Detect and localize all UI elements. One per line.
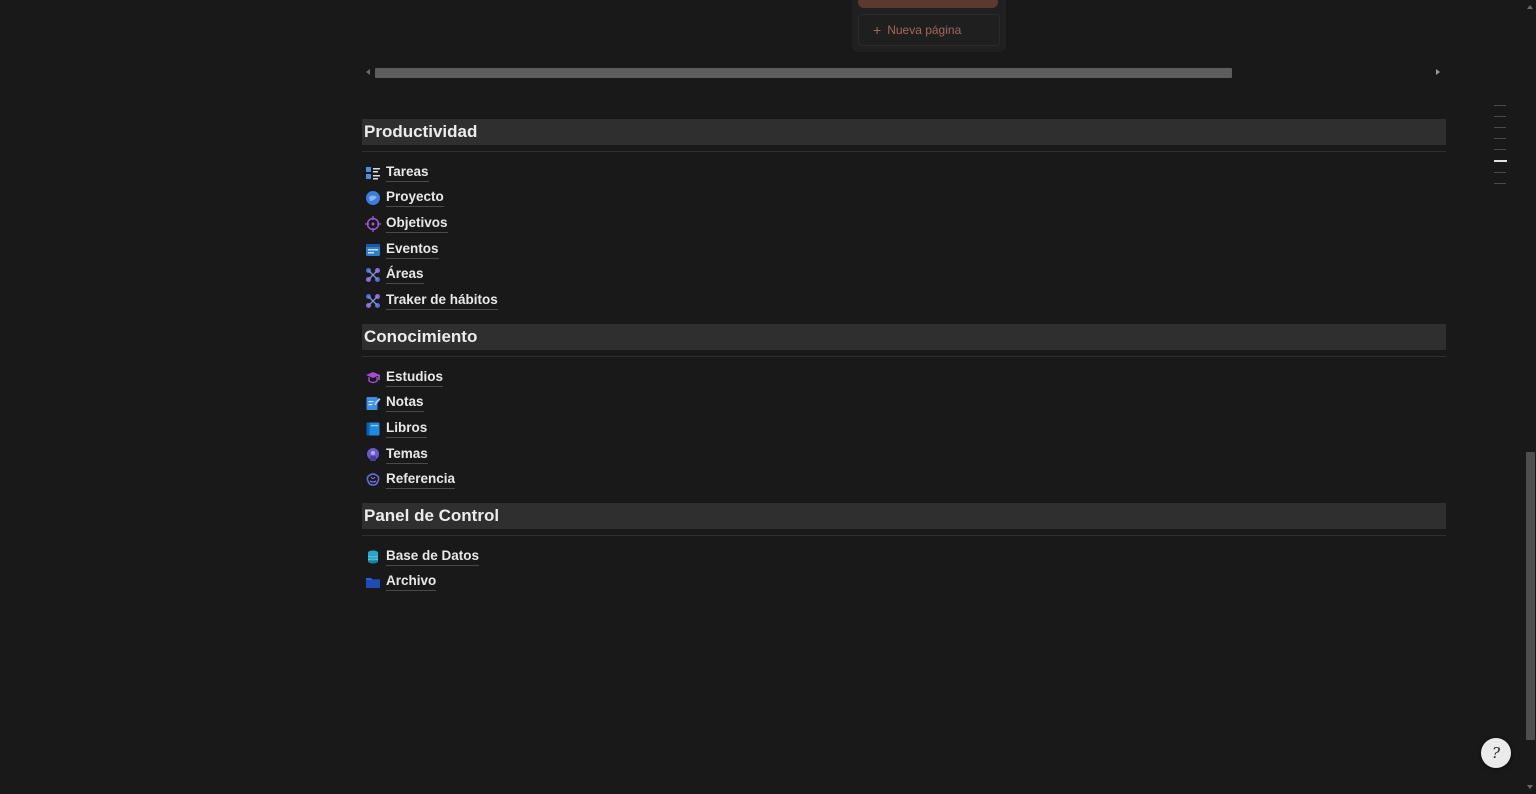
table-of-contents-rail[interactable] bbox=[1494, 105, 1508, 194]
board-card: + Nueva página bbox=[852, 0, 1006, 52]
horizontal-scroll-thumb[interactable] bbox=[375, 68, 1232, 78]
page-link-notas[interactable]: Notas bbox=[362, 391, 1446, 417]
toc-marker[interactable] bbox=[1494, 116, 1506, 117]
page-link-label[interactable]: Base de Datos bbox=[386, 548, 480, 566]
new-page-button[interactable]: + Nueva página bbox=[858, 14, 1000, 46]
section-conocimiento: Conocimiento Estudios Notas Libros Temas Ref… bbox=[362, 324, 1446, 493]
page-link-libros[interactable]: Libros bbox=[362, 416, 1446, 442]
page-link-estudios[interactable]: Estudios bbox=[362, 365, 1446, 391]
calendar-icon bbox=[364, 241, 382, 259]
scroll-right-icon[interactable] bbox=[1436, 69, 1440, 75]
section-productividad: Productividad Tareas Proyecto Objetivos Eve… bbox=[362, 119, 1446, 314]
page-link-tareas[interactable]: Tareas bbox=[362, 160, 1446, 186]
page-link-referencia[interactable]: Referencia bbox=[362, 467, 1446, 493]
book-icon bbox=[364, 420, 382, 438]
scroll-left-icon[interactable] bbox=[366, 69, 370, 75]
page-link-label[interactable]: Tareas bbox=[386, 164, 429, 182]
page-link-base-de-datos[interactable]: Base de Datos bbox=[362, 544, 1446, 570]
page-link-eventos[interactable]: Eventos bbox=[362, 237, 1446, 263]
section-heading: Conocimiento bbox=[362, 324, 1446, 350]
page-link-label[interactable]: Áreas bbox=[386, 266, 424, 285]
page-link-label[interactable]: Objetivos bbox=[386, 215, 448, 233]
divider bbox=[362, 535, 1446, 536]
toc-marker[interactable] bbox=[1494, 149, 1506, 150]
page-link-traker-de-hábitos[interactable]: Traker de hábitos bbox=[362, 288, 1446, 314]
page-link-label[interactable]: Notas bbox=[386, 394, 424, 413]
brain-icon bbox=[364, 471, 382, 489]
notepad-icon bbox=[364, 394, 382, 412]
section-heading: Panel de Control bbox=[362, 503, 1446, 529]
page-link-label[interactable]: Archivo bbox=[386, 573, 437, 592]
new-page-label: Nueva página bbox=[887, 23, 962, 37]
page-link-label[interactable]: Traker de hábitos bbox=[386, 292, 498, 310]
page-link-label[interactable]: Temas bbox=[386, 446, 428, 464]
graduation-icon bbox=[364, 369, 382, 387]
section-heading: Productividad bbox=[362, 119, 1446, 145]
vertical-scroll-thumb[interactable] bbox=[1526, 452, 1535, 740]
network-icon bbox=[364, 266, 382, 284]
toc-marker[interactable] bbox=[1494, 127, 1506, 128]
task-list-icon bbox=[364, 164, 382, 182]
horizontal-scrollbar[interactable] bbox=[362, 66, 1446, 80]
folder-icon bbox=[364, 573, 382, 591]
divider bbox=[362, 151, 1446, 152]
page-link-label[interactable]: Referencia bbox=[386, 471, 456, 490]
page-link-label[interactable]: Proyecto bbox=[386, 189, 444, 208]
page-link-archivo[interactable]: Archivo bbox=[362, 570, 1446, 596]
scroll-down-icon[interactable] bbox=[1527, 785, 1533, 789]
board-card-item[interactable] bbox=[858, 0, 998, 8]
chat-icon bbox=[364, 446, 382, 464]
page-link-label[interactable]: Libros bbox=[386, 420, 428, 438]
help-icon: ? bbox=[1491, 744, 1501, 762]
scroll-up-icon[interactable] bbox=[1527, 5, 1533, 9]
divider bbox=[362, 356, 1446, 357]
help-button[interactable]: ? bbox=[1481, 738, 1511, 768]
database-icon bbox=[364, 548, 382, 566]
page-link-label[interactable]: Estudios bbox=[386, 369, 444, 387]
section-panel-de-control: Panel de Control Base de Datos Archivo bbox=[362, 503, 1446, 595]
page: + Nueva página Productividad Tareas Proye… bbox=[0, 0, 1536, 794]
plus-icon: + bbox=[873, 22, 882, 38]
toc-marker[interactable] bbox=[1494, 172, 1506, 173]
vertical-scrollbar[interactable] bbox=[1524, 0, 1536, 794]
target-icon bbox=[364, 215, 382, 233]
section-list: Base de Datos Archivo bbox=[362, 544, 1446, 595]
page-link-objetivos[interactable]: Objetivos bbox=[362, 211, 1446, 237]
toc-marker[interactable] bbox=[1494, 138, 1506, 139]
section-list: Tareas Proyecto Objetivos Eventos Áreas Trake… bbox=[362, 160, 1446, 314]
page-link-temas[interactable]: Temas bbox=[362, 442, 1446, 468]
globe-icon bbox=[364, 189, 382, 207]
page-link-proyecto[interactable]: Proyecto bbox=[362, 186, 1446, 212]
section-list: Estudios Notas Libros Temas Referencia bbox=[362, 365, 1446, 493]
toc-marker[interactable] bbox=[1494, 183, 1506, 184]
page-link-label[interactable]: Eventos bbox=[386, 241, 439, 259]
toc-marker[interactable] bbox=[1494, 105, 1506, 106]
network-icon bbox=[364, 292, 382, 310]
toc-marker-active[interactable] bbox=[1494, 160, 1507, 162]
page-link-áreas[interactable]: Áreas bbox=[362, 262, 1446, 288]
